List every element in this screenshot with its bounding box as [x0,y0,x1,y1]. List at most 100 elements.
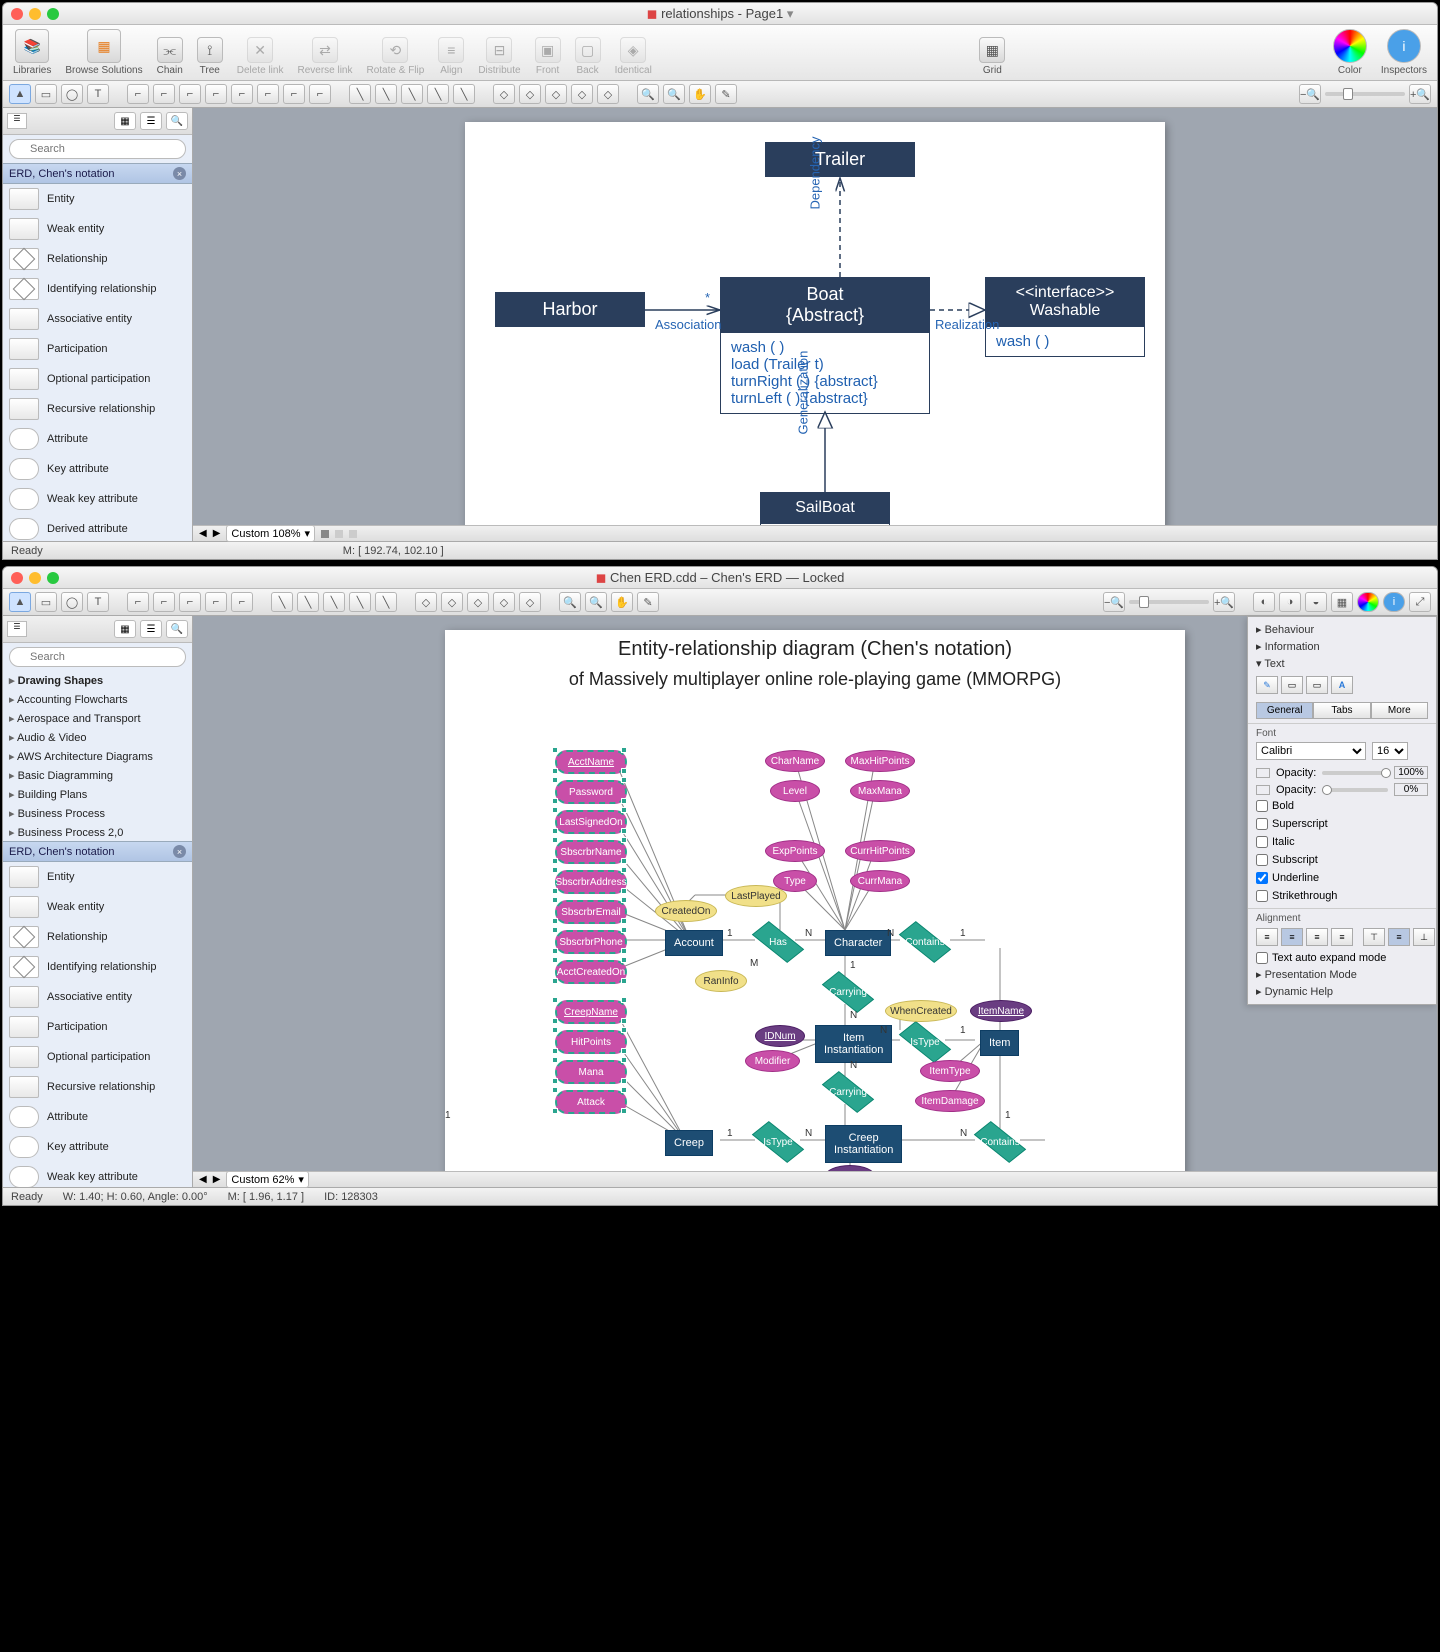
tab-tabs[interactable]: Tabs [1313,702,1370,719]
tree-item[interactable]: Aerospace and Transport [3,709,192,728]
close-icon[interactable] [11,572,23,584]
zoom-slider[interactable] [1129,600,1209,604]
zoom-in-button[interactable]: +🔍 [1213,592,1235,612]
lib-item[interactable]: Participation [3,1012,192,1042]
lib-item[interactable]: Entity [3,184,192,214]
lib-item[interactable]: Attribute [3,424,192,454]
selection-handle[interactable] [552,1057,558,1063]
tree-item[interactable]: Accounting Flowcharts [3,690,192,709]
align-justify[interactable]: ≡ [1331,928,1353,946]
tree-root[interactable]: Drawing Shapes [3,671,192,690]
close-library-icon[interactable]: × [173,167,186,180]
lib-item[interactable]: Weak key attribute [3,484,192,514]
shape-tool-2[interactable]: ◇ [441,592,463,612]
insp-presentation[interactable]: ▸ Presentation Mode [1248,966,1436,983]
connector-tool-8[interactable]: ⌐ [309,84,331,104]
canvas-page[interactable]: Entity-relationship diagram (Chen's nota… [445,630,1185,1171]
insp-information[interactable]: ▸ Information [1248,638,1436,655]
connector-tool-7[interactable]: ⌐ [283,84,305,104]
rel-contains-2[interactable]: Contains [975,1130,1025,1154]
selection-handle[interactable] [552,858,558,864]
ellipse-tool[interactable]: ◯ [61,592,83,612]
fill-swatch-1[interactable] [1256,768,1270,778]
connector-tool-5[interactable]: ⌐ [231,84,253,104]
attr-createdon[interactable]: CreatedOn [655,900,717,922]
selection-handle[interactable] [621,1078,627,1084]
selection-handle[interactable] [552,747,558,753]
valign-bottom[interactable]: ⊥ [1413,928,1435,946]
ellipse-tool[interactable]: ◯ [61,84,83,104]
view-search-tab[interactable]: 🔍 [166,112,188,130]
attr-currhp[interactable]: CurrHitPoints [845,840,915,862]
lib-item[interactable]: Identifying relationship [3,274,192,304]
selection-handle[interactable] [552,807,558,813]
attr-maxmana[interactable]: MaxMana [850,780,910,802]
close-icon[interactable] [11,8,23,20]
expand-button[interactable]: ⤢ [1409,592,1431,612]
lib-item[interactable]: Optional participation [3,364,192,394]
line-tool-3[interactable]: ╲ [401,84,423,104]
entity-account[interactable]: Account [665,930,723,956]
selection-handle[interactable] [621,948,627,954]
font-select[interactable]: Calibri [1256,742,1366,760]
selection-handle[interactable] [552,768,558,774]
attr-whencreated[interactable]: WhenCreated [885,1000,957,1022]
zoom-icon[interactable] [47,572,59,584]
panel-toggle[interactable]: ☰ [7,113,27,129]
attr-itemname[interactable]: ItemName [970,1000,1032,1022]
selected-attr[interactable]: CreepName [555,1000,627,1024]
selection-handle[interactable] [621,978,627,984]
selection-handle[interactable] [621,888,627,894]
attr-modifier[interactable]: Modifier [745,1050,800,1072]
chk-bold[interactable]: Bold [1256,800,1341,812]
shape-tool-1[interactable]: ◇ [415,592,437,612]
selection-handle[interactable] [552,978,558,984]
selection-handle[interactable] [621,918,627,924]
selection-handle[interactable] [621,1018,627,1024]
class-sailboat[interactable]: SailBoat turnRight ( ) turnLeft ( ) [760,492,890,525]
lib-item[interactable]: Derived attribute [3,514,192,541]
zoom-out-tool[interactable]: 🔍 [585,592,607,612]
inspector-panel[interactable]: ▸ Behaviour ▸ Information ▾ Text ✎ ▭ ▭ A… [1247,616,1437,1005]
chain-button[interactable]: ⫘ [157,37,183,63]
lib-item[interactable]: Attribute [3,1102,192,1132]
selection-handle[interactable] [621,1048,627,1054]
attr-charname[interactable]: CharName [765,750,825,772]
attr-itemdamage[interactable]: ItemDamage [915,1090,985,1112]
lib-item[interactable]: Weak entity [3,892,192,922]
tab-more[interactable]: More [1371,702,1428,719]
minimize-icon[interactable] [29,8,41,20]
selected-attr[interactable]: AcctName [555,750,627,774]
selection-handle[interactable] [552,957,558,963]
zoom-display[interactable]: Custom 108% ▾ [226,525,315,542]
zoom-in-tool[interactable]: 🔍 [637,84,659,104]
insp-behaviour[interactable]: ▸ Behaviour [1248,621,1436,638]
selected-attr[interactable]: AcctCreatedOn [555,960,627,984]
chk-autoexpand[interactable]: Text auto expand mode [1256,952,1426,964]
pan-tool[interactable]: ✋ [689,84,711,104]
view-list-tab[interactable]: ☰ [140,112,162,130]
line-tool-4[interactable]: ╲ [349,592,371,612]
insp-text[interactable]: ▾ Text [1248,655,1436,672]
insp-help[interactable]: ▸ Dynamic Help [1248,983,1436,1000]
text-tool[interactable]: T [87,84,109,104]
line-tool-3[interactable]: ╲ [323,592,345,612]
zoom-out-button[interactable]: −🔍 [1103,592,1125,612]
opacity-slider-1[interactable] [1322,771,1388,775]
search-input[interactable] [9,647,186,667]
eyedropper-tool[interactable]: ✎ [637,592,659,612]
selected-attr[interactable]: LastSignedOn [555,810,627,834]
selected-attr[interactable]: Password [555,780,627,804]
selected-attr[interactable]: HitPoints [555,1030,627,1054]
attr-maxhp[interactable]: MaxHitPoints [845,750,915,772]
selection-handle[interactable] [552,867,558,873]
zoom-out-tool[interactable]: 🔍 [663,84,685,104]
fill-swatch-2[interactable] [1256,785,1270,795]
text-tool[interactable]: T [87,592,109,612]
selection-handle[interactable] [552,897,558,903]
view-search-tab[interactable]: 🔍 [166,620,188,638]
lib-item[interactable]: Entity [3,862,192,892]
page-nav-next[interactable]: ▶ [213,528,221,539]
opacity-slider-2[interactable] [1322,788,1388,792]
line-tool-5[interactable]: ╲ [375,592,397,612]
